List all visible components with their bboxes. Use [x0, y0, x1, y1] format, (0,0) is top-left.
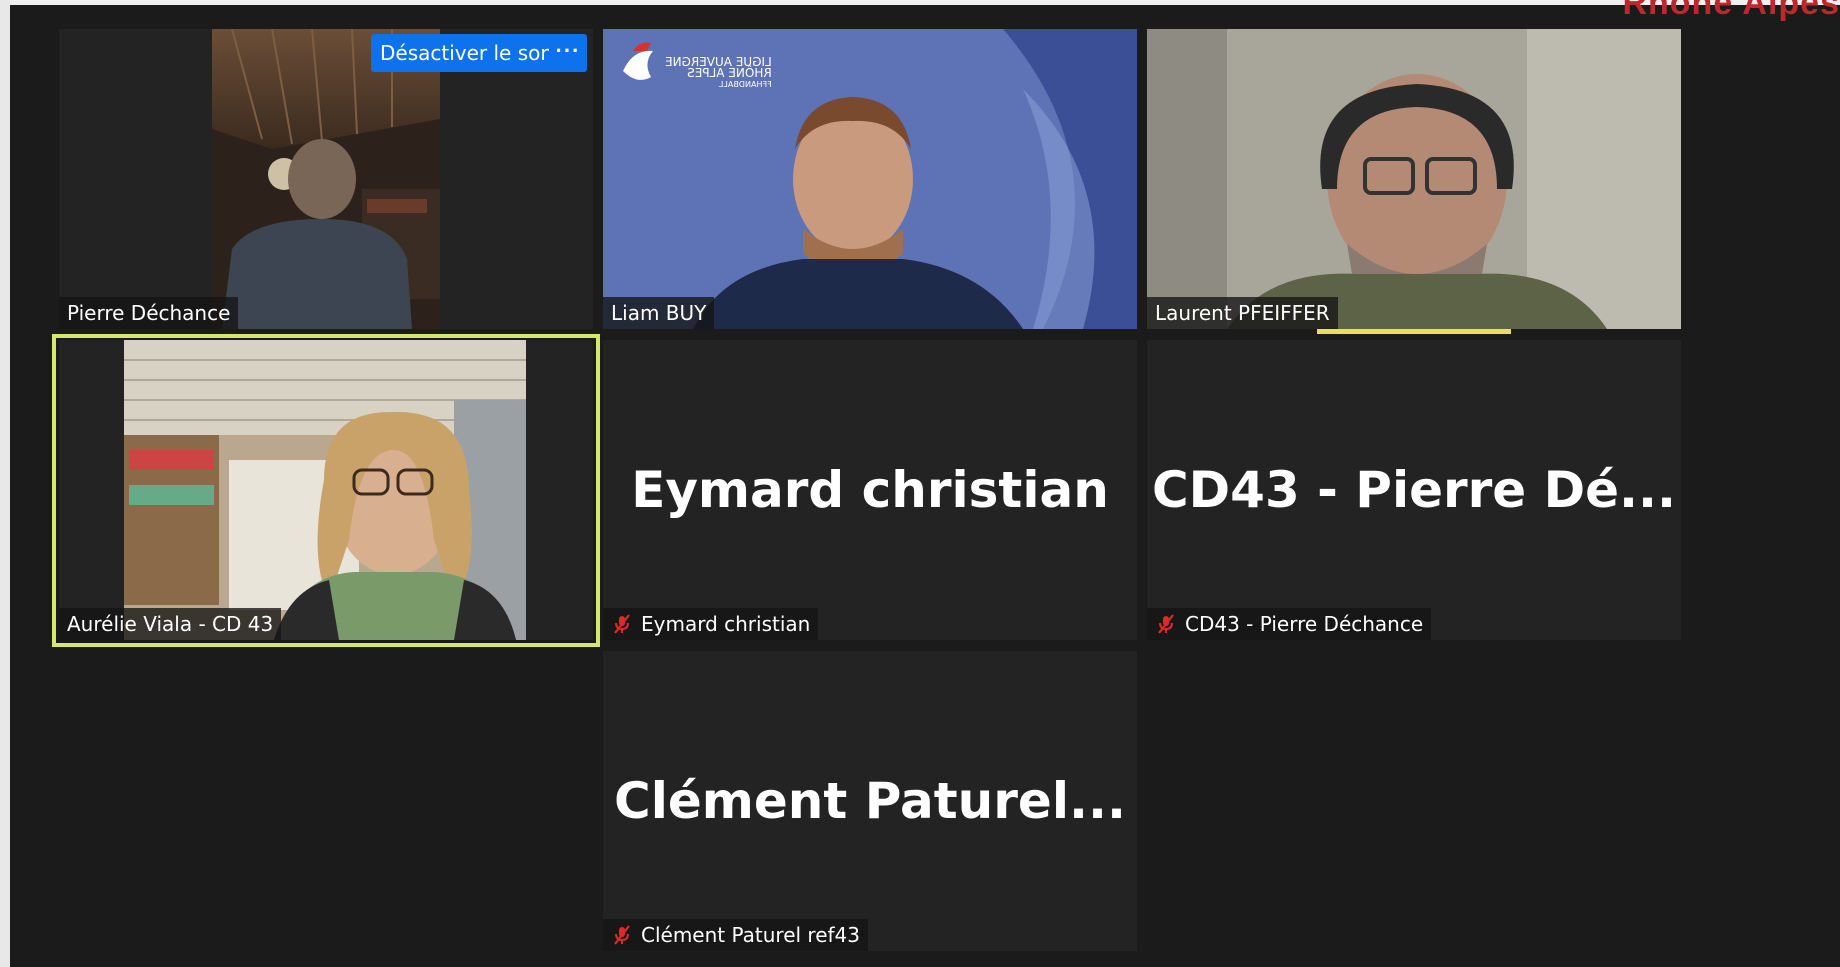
background-logo-text: LIGUE AUVERGNE RHÔNE ALPES FFHANDBALL — [665, 55, 772, 89]
active-speaker-border — [52, 334, 600, 647]
participant-name-tag: Eymard christian — [603, 608, 819, 640]
participant-tile-6[interactable]: CD43 - Pierre Dé... CD43 - Pierre Déchan… — [1147, 340, 1681, 640]
unmute-participant-button[interactable]: Désactiver le son — [371, 34, 563, 72]
participant-video — [1147, 29, 1681, 329]
window-left-edge — [0, 0, 10, 967]
participant-tile-1[interactable]: Pierre Déchance — [59, 29, 593, 329]
participant-name: CD43 - Pierre Déchance — [1185, 612, 1424, 636]
muted-mic-icon — [614, 925, 630, 945]
corner-overlay-text: Rhône Alpes — [1622, 0, 1840, 22]
participant-name: Laurent PFEIFFER — [1155, 301, 1330, 325]
participant-video — [212, 29, 440, 329]
speaking-indicator-bar — [1317, 329, 1511, 334]
participant-tile-5[interactable]: Eymard christian Eymard christian — [603, 340, 1137, 640]
muted-mic-icon — [614, 614, 630, 634]
participant-display-name: CD43 - Pierre Dé... — [1151, 461, 1677, 519]
participant-name: Pierre Déchance — [67, 301, 231, 325]
participant-display-name: Clément Paturel... — [614, 772, 1126, 830]
participant-name-tag: Clément Paturel ref43 — [603, 919, 869, 951]
participant-name: Eymard christian — [641, 612, 811, 636]
muted-mic-icon — [1158, 614, 1174, 634]
participant-video: LIGUE AUVERGNE RHÔNE ALPES FFHANDBALL — [603, 29, 1137, 329]
participant-name-tag: Liam BUY — [603, 297, 715, 329]
participant-name: Clément Paturel ref43 — [641, 923, 861, 947]
participant-name-tag: Laurent PFEIFFER — [1147, 297, 1338, 329]
more-options-button[interactable]: ··· — [549, 34, 587, 72]
participant-tile-3[interactable]: Laurent PFEIFFER — [1147, 29, 1681, 329]
participant-display-name: Eymard christian — [631, 461, 1109, 519]
participant-name: Liam BUY — [611, 301, 707, 325]
window-top-edge — [0, 0, 1840, 5]
participant-tile-2[interactable]: LIGUE AUVERGNE RHÔNE ALPES FFHANDBALL Li… — [603, 29, 1137, 329]
participant-name-tag: CD43 - Pierre Déchance — [1147, 608, 1432, 640]
participant-name-tag: Pierre Déchance — [59, 297, 239, 329]
participant-tile-7[interactable]: Clément Paturel... Clément Paturel ref43 — [603, 651, 1137, 951]
